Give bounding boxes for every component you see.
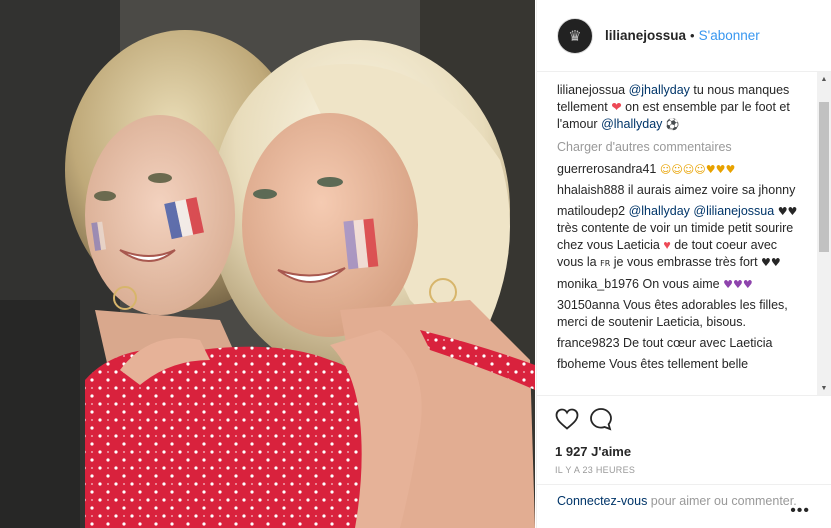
like-count[interactable]: 1 927 J'aime [555, 444, 831, 459]
comment-username[interactable]: guerrerosandra41 [557, 162, 656, 176]
comment: guerrerosandra41 ☺☺☺☺♥♥♥ [557, 161, 798, 178]
comment-text: On vous aime [642, 277, 724, 291]
comment-username[interactable]: monika_b1976 [557, 277, 639, 291]
soccer-ball-icon: ⚽ [665, 118, 680, 131]
heart-emoji-icon: ❤ [611, 100, 622, 114]
comment-username[interactable]: 30150anna [557, 298, 620, 312]
post-actions: 1 927 J'aime IL Y A 23 HEURES [537, 395, 831, 475]
scroll-down-icon[interactable]: ▼ [817, 381, 831, 395]
comment: fboheme Vous êtes tellement belle [557, 356, 798, 373]
comment-text: De tout cœur avec Laeticia [623, 336, 773, 350]
black-heart-emoji-icon: ♥♥ [777, 205, 798, 218]
comment-text: Vous êtes tellement belle [609, 357, 749, 371]
heart-outline-icon[interactable] [555, 408, 579, 430]
post-side-panel: ♛ lilianejossua • S'abonner lilianejossu… [536, 0, 831, 528]
avatar[interactable]: ♛ [557, 17, 593, 54]
comment: 30150anna Vous êtes adorables les filles… [557, 297, 798, 331]
black-heart-emoji-icon: ♥♥ [761, 256, 781, 269]
header-username[interactable]: lilianejossua [605, 28, 686, 43]
comment: france9823 De tout cœur avec Laeticia [557, 335, 798, 352]
comment-text: il aurais aimez voire sa jhonny [627, 183, 796, 197]
more-dots-icon[interactable]: ••• [790, 503, 810, 519]
flag-fr-icon: FR [600, 259, 611, 268]
comment-username[interactable]: france9823 [557, 336, 620, 350]
smiley-emoji-icon: ☺☺☺☺♥♥♥ [659, 163, 736, 176]
comment: matiloudep2 @lhallyday @lilianejossua ♥♥… [557, 203, 798, 272]
mention-link[interactable]: @lhallyday [601, 117, 662, 131]
mention-link[interactable]: @jhallyday [629, 83, 690, 97]
scrollbar-thumb[interactable] [819, 102, 829, 252]
speech-bubble-icon[interactable] [589, 407, 613, 431]
comment: hhalaish888 il aurais aimez voire sa jho… [557, 182, 798, 199]
comment-username[interactable]: fboheme [557, 357, 606, 371]
caption-username[interactable]: lilianejossua [557, 83, 625, 97]
follow-button[interactable]: S'abonner [699, 28, 760, 43]
post-header: ♛ lilianejossua • S'abonner [537, 0, 831, 72]
login-prompt: Connectez-vous pour aimer ou commenter. … [537, 484, 831, 528]
header-separator: • [690, 28, 695, 43]
login-link[interactable]: Connectez-vous [557, 494, 647, 508]
comment-username[interactable]: matiloudep2 [557, 204, 625, 218]
heart-emoji-icon: ♥ [663, 238, 671, 252]
scroll-up-icon[interactable]: ▲ [817, 72, 831, 86]
mention-link[interactable]: @lhallyday [629, 204, 690, 218]
photo-illustration [0, 0, 535, 528]
login-prompt-text: pour aimer ou commenter. [647, 494, 797, 508]
comments-list[interactable]: lilianejossua @jhallyday tu nous manques… [537, 72, 831, 395]
load-more-comments-button[interactable]: Charger d'autres commentaires [557, 139, 798, 156]
comments-scrollbar[interactable]: ▲ ▼ [817, 72, 831, 395]
comment-text: je vous embrasse très fort [610, 255, 762, 269]
comment-username[interactable]: hhalaish888 [557, 183, 624, 197]
caption: lilianejossua @jhallyday tu nous manques… [557, 82, 798, 133]
post-timestamp[interactable]: IL Y A 23 HEURES [555, 465, 831, 475]
comment: monika_b1976 On vous aime ♥♥♥ [557, 276, 798, 293]
mention-link[interactable]: @lilianejossua [693, 204, 774, 218]
colored-hearts-emoji-icon: ♥♥♥ [723, 278, 753, 291]
post-photo[interactable] [0, 0, 535, 528]
avatar-image-icon: ♛ [568, 26, 582, 45]
